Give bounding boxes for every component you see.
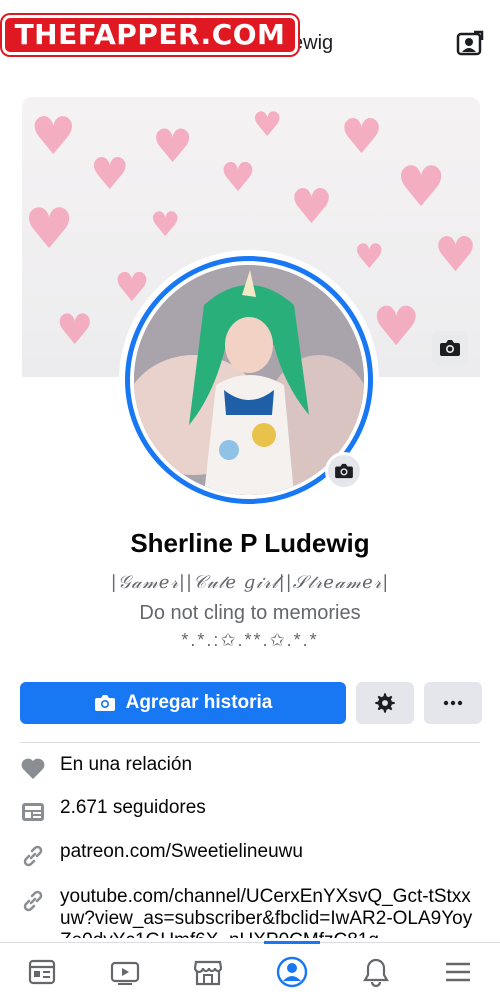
bio-decoration: *.*.:✩.**.✩.*.* (181, 630, 319, 650)
info-link-patreon[interactable]: patreon.com/Sweetielineuwu (18, 841, 488, 871)
nav-watch[interactable] (97, 943, 153, 1000)
heart-decoration: ♥ (56, 305, 94, 354)
info-relationship: En una relación (18, 754, 488, 784)
top-bar: ewig THEFAPPER.COM (0, 0, 500, 80)
more-options-button[interactable] (424, 682, 482, 724)
avatar-camera-button[interactable] (325, 452, 363, 490)
heart-decoration: ♥ (396, 155, 447, 220)
heart-decoration: ♥ (150, 205, 181, 245)
nav-marketplace[interactable] (180, 943, 236, 1000)
bio-quote: Do not cling to memories (139, 602, 361, 624)
more-icon (443, 700, 463, 706)
heart-decoration: ♥ (220, 155, 256, 201)
youtube-link[interactable]: youtube.com/channel/UCerxEnYXsvQ_Gct-tSt… (60, 886, 480, 938)
heart-decoration: ♥ (354, 237, 385, 277)
settings-button[interactable] (356, 682, 414, 724)
heart-decoration: ♥ (152, 119, 194, 173)
watch-icon (110, 961, 140, 985)
menu-icon (446, 962, 470, 982)
nav-notifications[interactable] (348, 943, 404, 1000)
heart-decoration: ♥ (252, 105, 283, 145)
profile-name: Sherline P Ludewig (130, 528, 370, 558)
camera-icon (335, 463, 353, 479)
camera-icon (440, 340, 460, 356)
active-tab-indicator (264, 941, 320, 944)
watermark-logo: THEFAPPER.COM (2, 15, 298, 55)
heart-decoration: ♥ (340, 109, 384, 165)
profile-icon (276, 956, 308, 988)
bottom-navigation (0, 941, 500, 1000)
heart-decoration: ♥ (24, 197, 75, 262)
heart-decoration: ♥ (290, 179, 334, 235)
info-followers[interactable]: 2.671 seguidores (18, 797, 488, 827)
nav-profile[interactable] (264, 941, 320, 1000)
camera-icon (94, 695, 115, 711)
nav-menu[interactable] (430, 943, 486, 1000)
patreon-link[interactable]: patreon.com/Sweetielineuwu (60, 841, 303, 863)
link-icon (18, 841, 48, 871)
notifications-icon (363, 958, 389, 987)
info-link-youtube[interactable]: youtube.com/channel/UCerxEnYXsvQ_Gct-tSt… (18, 886, 488, 938)
followers-icon (18, 797, 48, 827)
section-divider (20, 742, 480, 743)
add-story-button[interactable]: Agregar historia (20, 682, 346, 724)
feed-icon (28, 959, 56, 985)
cover-camera-button[interactable] (432, 331, 468, 365)
bio-tagline: |𝒢𝒶𝓂𝑒𝓇||𝒞𝓊𝓉𝑒 𝑔𝒾𝓇𝓁||𝒮𝓉𝓇𝑒𝒶𝓂𝑒𝓇| (110, 572, 390, 593)
gear-icon (375, 693, 395, 713)
heart-decoration: ♥ (90, 149, 130, 200)
link-icon (18, 886, 48, 916)
followers-text: 2.671 seguidores (60, 797, 206, 818)
profile-switch-icon[interactable] (456, 30, 484, 58)
heart-icon (18, 754, 48, 784)
heart-decoration: ♥ (434, 227, 478, 283)
relationship-text: En una relación (60, 754, 193, 775)
heart-decoration: ♥ (30, 107, 77, 167)
header-title: ewig (292, 32, 334, 54)
marketplace-icon (193, 960, 223, 986)
add-story-label: Agregar historia (125, 692, 273, 713)
heart-decoration: ♥ (372, 295, 421, 358)
nav-feed[interactable] (14, 943, 70, 1000)
